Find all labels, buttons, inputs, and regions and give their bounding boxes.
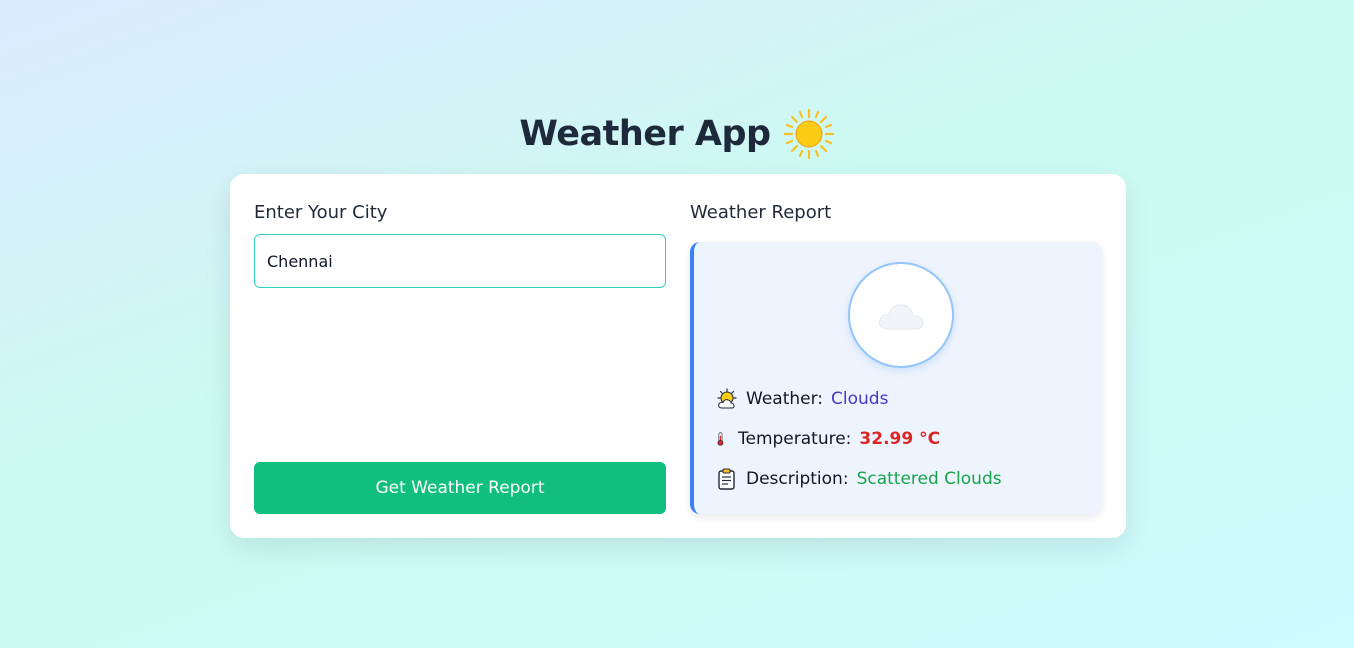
temperature-label: Temperature: bbox=[738, 429, 852, 449]
thermometer-icon bbox=[717, 432, 724, 446]
weather-label: Weather: bbox=[746, 389, 824, 409]
weather-card: Enter Your City Get Weather Report Weath… bbox=[230, 174, 1126, 538]
clipboard-icon bbox=[718, 468, 735, 490]
sun-behind-cloud-icon bbox=[717, 388, 737, 409]
weather-value: Clouds bbox=[831, 389, 889, 409]
city-input[interactable] bbox=[254, 234, 666, 288]
weather-report-panel: Weather: Clouds Temperature: 32.99 °C De… bbox=[690, 242, 1102, 514]
description-label: Description: bbox=[746, 469, 849, 489]
app-header: Weather App bbox=[0, 108, 1354, 160]
description-value: Scattered Clouds bbox=[856, 469, 1002, 489]
get-weather-button[interactable]: Get Weather Report bbox=[254, 462, 666, 514]
description-row: Description: Scattered Clouds bbox=[716, 468, 1002, 490]
sun-icon bbox=[783, 108, 834, 160]
weather-row: Weather: Clouds bbox=[716, 388, 888, 410]
temperature-row: Temperature: 32.99 °C bbox=[716, 428, 940, 450]
cloud-icon bbox=[878, 304, 924, 330]
app-title: Weather App bbox=[519, 114, 771, 154]
city-label: Enter Your City bbox=[254, 202, 388, 223]
temperature-value: 32.99 °C bbox=[859, 429, 941, 449]
report-heading: Weather Report bbox=[690, 202, 832, 223]
weather-icon-circle bbox=[848, 262, 954, 368]
